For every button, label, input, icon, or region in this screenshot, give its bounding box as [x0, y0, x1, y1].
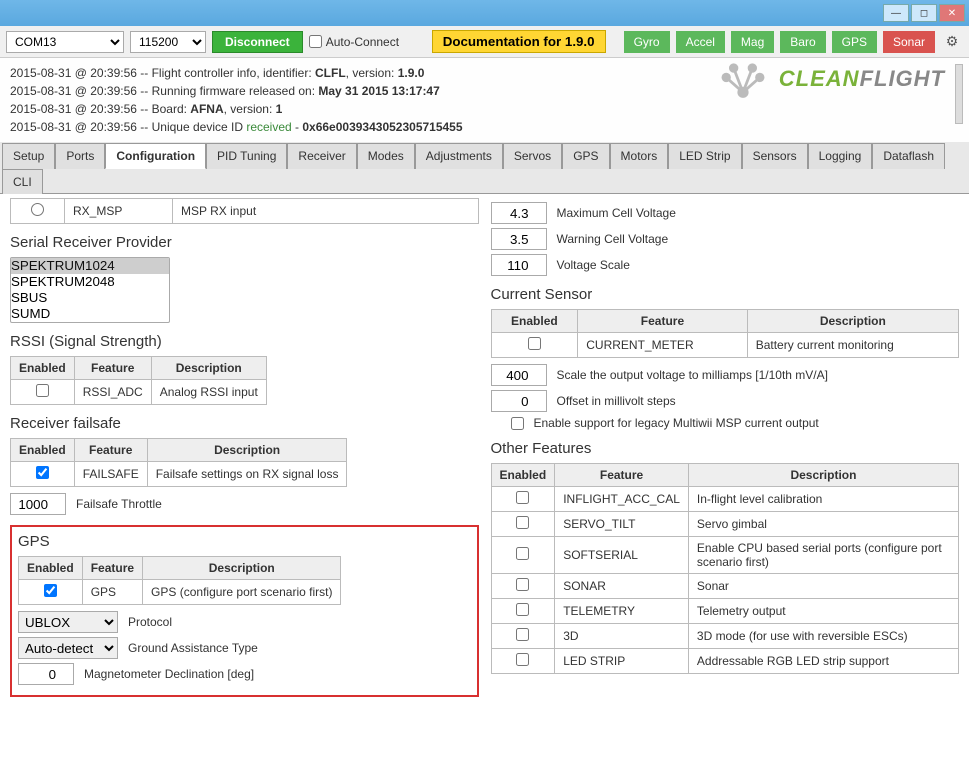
servo-tilt-checkbox[interactable]	[516, 516, 529, 529]
tab-receiver[interactable]: Receiver	[287, 143, 356, 169]
log-panel: 2015-08-31 @ 20:39:56 -- Flight controll…	[0, 58, 969, 142]
current-offset-label: Offset in millivolt steps	[557, 394, 676, 408]
table-row: SONARSonar	[491, 574, 959, 599]
serial-provider-listbox[interactable]: SPEKTRUM1024 SPEKTRUM2048 SBUS SUMD	[10, 257, 170, 323]
sensor-accel: Accel	[676, 31, 725, 53]
documentation-button[interactable]: Documentation for 1.9.0	[432, 30, 606, 53]
table-row: FAILSAFE Failsafe settings on RX signal …	[11, 462, 347, 487]
max-cell-label: Maximum Cell Voltage	[557, 206, 676, 220]
failsafe-throttle-label: Failsafe Throttle	[76, 497, 162, 511]
table-row: SERVO_TILTServo gimbal	[491, 512, 959, 537]
com-port-select[interactable]: COM13	[6, 31, 124, 53]
brand-logo: CLEANFLIGHT	[715, 62, 945, 103]
gps-checkbox[interactable]	[44, 584, 57, 597]
current-meter-checkbox[interactable]	[528, 337, 541, 350]
table-row: CURRENT_METER Battery current monitoring	[491, 333, 959, 358]
auto-connect-text: Auto-Connect	[326, 35, 399, 49]
warn-cell-input[interactable]	[491, 228, 547, 250]
sensor-gps: GPS	[832, 31, 877, 53]
sensor-baro: Baro	[780, 31, 825, 53]
current-sensor-title: Current Sensor	[491, 286, 960, 303]
disconnect-button[interactable]: Disconnect	[212, 31, 303, 53]
window-minimize-button[interactable]: —	[883, 4, 909, 22]
window-maximize-button[interactable]: ◻	[911, 4, 937, 22]
gps-assist-select[interactable]: Auto-detect	[18, 637, 118, 659]
tab-led-strip[interactable]: LED Strip	[668, 143, 741, 169]
max-cell-input[interactable]	[491, 202, 547, 224]
tab-modes[interactable]: Modes	[357, 143, 415, 169]
serial-provider-title: Serial Receiver Provider	[10, 234, 479, 251]
gps-protocol-label: Protocol	[128, 615, 172, 629]
rx-msp-radio[interactable]	[31, 203, 44, 216]
failsafe-title: Receiver failsafe	[10, 415, 479, 432]
auto-connect-checkbox[interactable]	[309, 35, 322, 48]
tab-adjustments[interactable]: Adjustments	[415, 143, 503, 169]
sensor-gyro: Gyro	[624, 31, 670, 53]
drone-icon	[715, 63, 771, 103]
sensor-sonar: Sonar	[883, 31, 935, 53]
failsafe-throttle-input[interactable]	[10, 493, 66, 515]
tab-configuration[interactable]: Configuration	[105, 143, 206, 169]
voltage-scale-input[interactable]	[491, 254, 547, 276]
current-offset-input[interactable]	[491, 390, 547, 412]
current-scale-label: Scale the output voltage to milliamps [1…	[557, 368, 828, 382]
gps-title: GPS	[18, 533, 471, 550]
led-strip-checkbox[interactable]	[516, 653, 529, 666]
tab-logging[interactable]: Logging	[808, 143, 873, 169]
tab-cli[interactable]: CLI	[2, 169, 43, 194]
sensor-mag: Mag	[731, 31, 774, 53]
tab-pid-tuning[interactable]: PID Tuning	[206, 143, 287, 169]
sonar-checkbox[interactable]	[516, 578, 529, 591]
legacy-msp-label: Enable support for legacy Multiwii MSP c…	[534, 416, 819, 430]
table-row: RSSI_ADC Analog RSSI input	[11, 380, 267, 405]
failsafe-checkbox[interactable]	[36, 466, 49, 479]
auto-connect-label: Auto-Connect	[309, 35, 399, 49]
legacy-msp-checkbox[interactable]	[511, 417, 524, 430]
baud-rate-select[interactable]: 115200	[130, 31, 206, 53]
table-row: INFLIGHT_ACC_CALIn-flight level calibrat…	[491, 487, 959, 512]
left-column: RX_MSP MSP RX input Serial Receiver Prov…	[10, 198, 479, 764]
rssi-adc-checkbox[interactable]	[36, 384, 49, 397]
tab-ports[interactable]: Ports	[55, 143, 105, 169]
current-scale-input[interactable]	[491, 364, 547, 386]
table-row: 3D3D mode (for use with reversible ESCs)	[491, 624, 959, 649]
log-scrollbar[interactable]	[955, 64, 963, 124]
table-row: RX_MSP MSP RX input	[11, 199, 479, 224]
gps-assist-label: Ground Assistance Type	[128, 641, 258, 655]
right-column: Maximum Cell Voltage Warning Cell Voltag…	[491, 198, 960, 764]
other-features-title: Other Features	[491, 440, 960, 457]
3d-checkbox[interactable]	[516, 628, 529, 641]
gear-icon[interactable]: ⚙	[941, 33, 963, 50]
table-row: LED STRIPAddressable RGB LED strip suppo…	[491, 649, 959, 674]
rssi-title: RSSI (Signal Strength)	[10, 333, 479, 350]
inflight-acc-cal-checkbox[interactable]	[516, 491, 529, 504]
tab-servos[interactable]: Servos	[503, 143, 562, 169]
mag-declination-input[interactable]	[18, 663, 74, 685]
telemetry-checkbox[interactable]	[516, 603, 529, 616]
tab-dataflash[interactable]: Dataflash	[872, 143, 945, 169]
tab-setup[interactable]: Setup	[2, 143, 55, 169]
mag-declination-label: Magnetometer Declination [deg]	[84, 667, 254, 681]
tab-motors[interactable]: Motors	[610, 143, 669, 169]
warn-cell-label: Warning Cell Voltage	[557, 232, 669, 246]
table-row: SOFTSERIALEnable CPU based serial ports …	[491, 537, 959, 574]
gps-section: GPS EnabledFeatureDescription GPS GPS (c…	[10, 525, 479, 697]
gps-protocol-select[interactable]: UBLOX	[18, 611, 118, 633]
softserial-checkbox[interactable]	[516, 547, 529, 560]
tab-sensors[interactable]: Sensors	[742, 143, 808, 169]
rx-msp-desc: MSP RX input	[173, 199, 479, 224]
table-row: GPS GPS (configure port scenario first)	[19, 580, 341, 605]
voltage-scale-label: Voltage Scale	[557, 258, 630, 272]
tab-gps[interactable]: GPS	[562, 143, 609, 169]
main-tabs: Setup Ports Configuration PID Tuning Rec…	[0, 142, 969, 194]
window-close-button[interactable]: ✕	[939, 4, 965, 22]
table-row: TELEMETRYTelemetry output	[491, 599, 959, 624]
rx-msp-feature: RX_MSP	[65, 199, 173, 224]
